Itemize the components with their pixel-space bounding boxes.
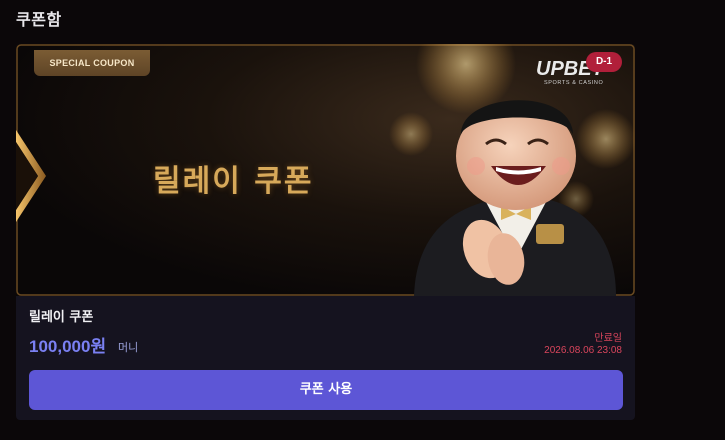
page-title: 쿠폰함 <box>16 10 62 29</box>
coupon-banner: SPECIAL COUPON 릴레이 쿠폰 UPBET SPORTS & CAS… <box>16 44 635 296</box>
banner-title: 릴레이 쿠폰 <box>153 164 314 199</box>
use-coupon-button[interactable]: 쿠폰 사용 <box>29 370 623 410</box>
expire-date: 2026.08.06 23:08 <box>544 345 622 356</box>
coupon-amount-unit: 머니 <box>118 341 139 354</box>
special-coupon-badge: SPECIAL COUPON <box>34 50 150 76</box>
coupon-card: SPECIAL COUPON 릴레이 쿠폰 UPBET SPORTS & CAS… <box>16 44 635 420</box>
expire-label: 만료일 <box>594 333 622 344</box>
logo-tagline: SPORTS & CASINO <box>544 80 604 86</box>
coupon-name: 릴레이 쿠폰 <box>29 310 94 325</box>
dday-badge: D-1 <box>586 52 622 72</box>
coupon-amount: 100,000원 <box>29 337 107 356</box>
